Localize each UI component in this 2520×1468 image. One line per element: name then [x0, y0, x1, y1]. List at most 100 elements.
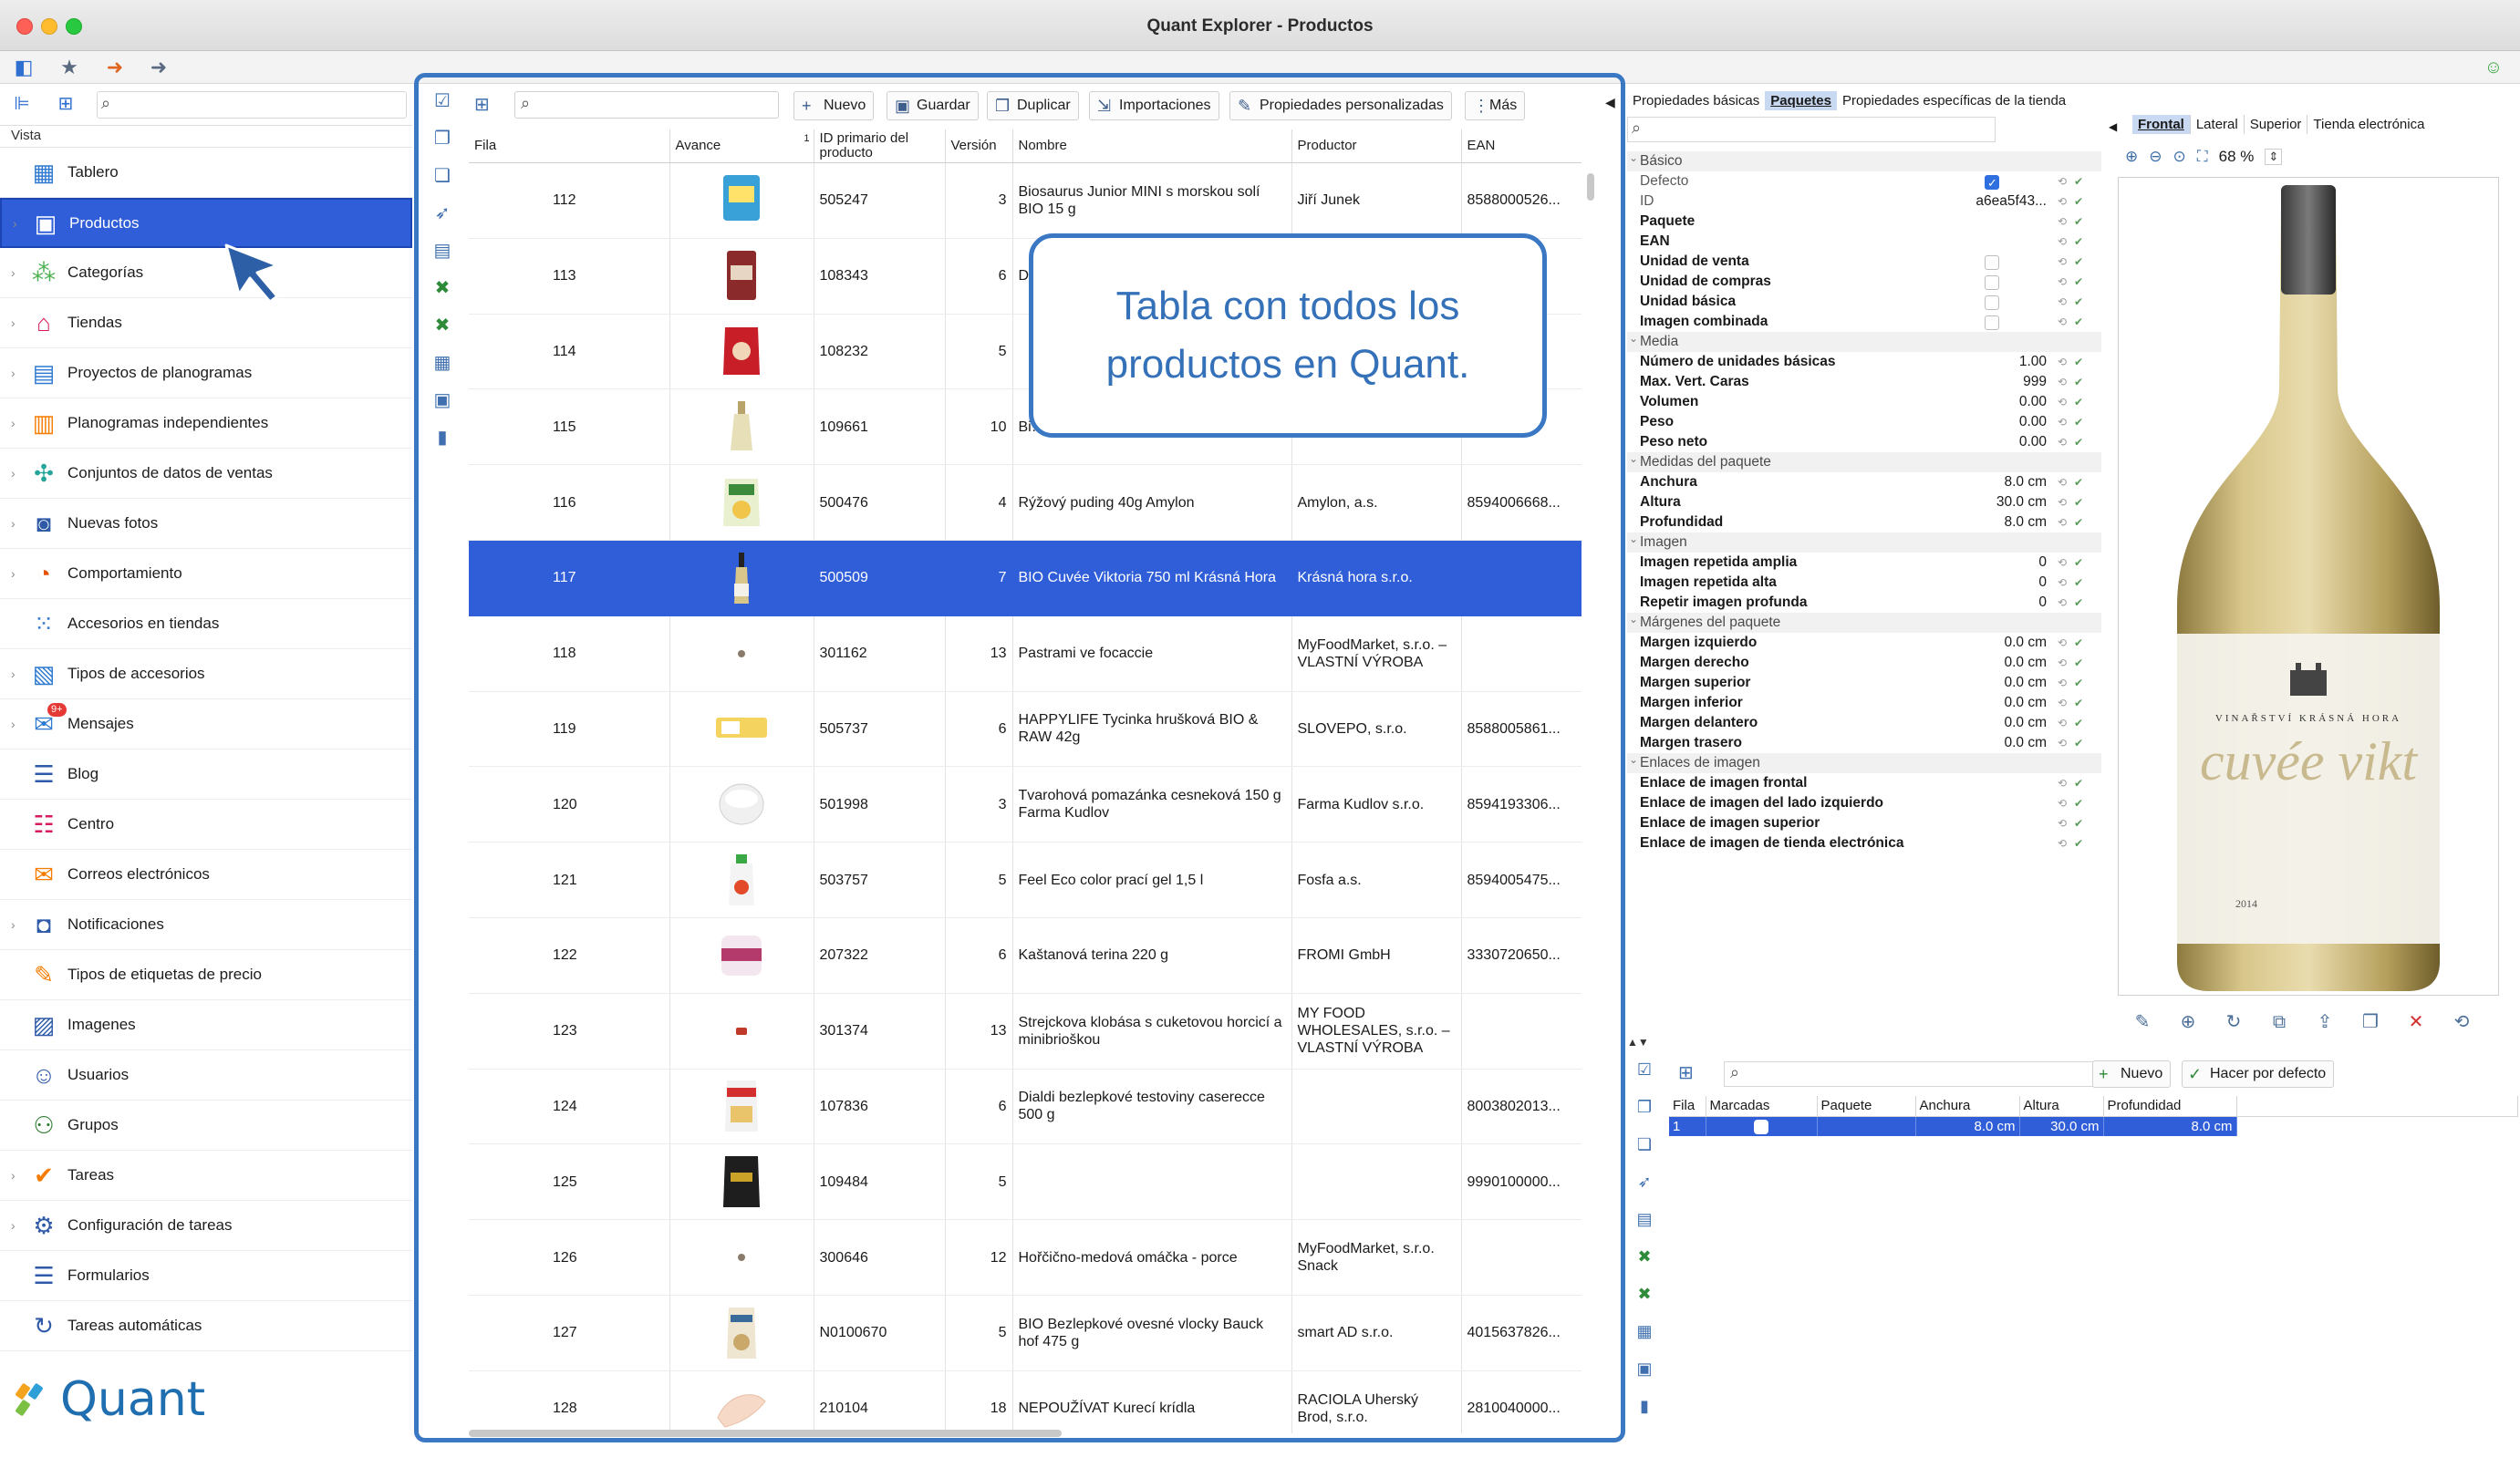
- nav-search-input[interactable]: ⌕: [97, 91, 407, 119]
- sidebar-item-planogram[interactable]: › ▥ Planogramas independientes: [0, 398, 412, 449]
- tab-top[interactable]: Superior: [2245, 115, 2308, 134]
- property-row[interactable]: Número de unidades básicas 1.00 ⟲ ✔: [1627, 352, 2101, 372]
- property-value[interactable]: 1.00: [2019, 352, 2047, 372]
- packages-search-input[interactable]: ⌕: [1724, 1061, 2116, 1087]
- property-row[interactable]: Paquete ⟲ ✔: [1627, 212, 2101, 232]
- new-package-button[interactable]: + Nuevo: [2092, 1060, 2172, 1088]
- zoom-in-icon[interactable]: ⊕: [2125, 148, 2138, 166]
- reset-value-icon[interactable]: ⟲: [2058, 392, 2067, 412]
- table-view-icon[interactable]: ⊞: [53, 91, 78, 117]
- table-row[interactable]: 119 505737 6 HAPPYLIFE Tycinka hrušková BIO…: [469, 691, 1581, 768]
- save-button[interactable]: ▣ Guardar: [887, 91, 979, 120]
- sidebar-item-product-box[interactable]: › ▣ Productos: [0, 198, 412, 248]
- inherit-value-icon[interactable]: ✔: [2074, 773, 2083, 793]
- pkg-marked-checkbox[interactable]: [1754, 1119, 1768, 1134]
- zoom-out-icon[interactable]: ⊖: [2149, 148, 2162, 166]
- reset-value-icon[interactable]: ⟲: [2058, 352, 2067, 372]
- property-checkbox[interactable]: [1985, 173, 1999, 193]
- property-row[interactable]: EAN ⟲ ✔: [1627, 232, 2101, 252]
- reset-value-icon[interactable]: ⟲: [2058, 573, 2067, 593]
- property-value[interactable]: 0.0 cm: [2004, 673, 2047, 693]
- reset-value-icon[interactable]: ⟲: [2058, 272, 2067, 292]
- chevron-right-icon[interactable]: ›: [11, 917, 16, 932]
- sidebar-item-planogram-project[interactable]: › ▤ Proyectos de planogramas: [0, 348, 412, 398]
- tab-eshop[interactable]: Tienda electrónica: [2307, 115, 2430, 134]
- upload-image-icon[interactable]: ⇪: [2311, 1008, 2339, 1036]
- table-row[interactable]: 1 8.0 cm 30.0 cm 8.0 cm: [1669, 1116, 2517, 1136]
- property-value[interactable]: 0.0 cm: [2004, 713, 2047, 733]
- property-section-header[interactable]: Media: [1627, 328, 2101, 352]
- property-section-header[interactable]: Márgenes del paquete: [1627, 609, 2101, 633]
- property-row[interactable]: Margen izquierdo 0.0 cm ⟲ ✔: [1627, 633, 2101, 653]
- column-header-row[interactable]: Fila: [469, 129, 670, 163]
- inherit-value-icon[interactable]: ✔: [2074, 352, 2083, 372]
- property-row[interactable]: Profundidad 8.0 cm ⟲ ✔: [1627, 512, 2101, 532]
- sidebar-item-groups[interactable]: ⚇ Grupos: [0, 1101, 412, 1151]
- table-row[interactable]: 128 210104 18 NEPOUŽÍVAT Kurecí krídla RACIO…: [469, 1370, 1581, 1433]
- property-row[interactable]: ID a6ea5f43... ⟲ ✔: [1627, 191, 2101, 212]
- tab-basic-properties[interactable]: Propiedades básicas: [1627, 91, 1765, 110]
- tab-front[interactable]: Frontal: [2132, 115, 2191, 134]
- chevron-right-icon[interactable]: ›: [11, 366, 16, 380]
- rotate-image-icon[interactable]: ↻: [2220, 1008, 2247, 1036]
- pkg-col-width[interactable]: Anchura: [1915, 1096, 2020, 1117]
- status-smiley-icon[interactable]: ☺: [2481, 55, 2506, 80]
- inherit-value-icon[interactable]: ✔: [2074, 492, 2083, 512]
- property-value[interactable]: 999: [2023, 372, 2047, 392]
- sidebar-toggle-icon[interactable]: ◧: [11, 55, 36, 80]
- property-checkbox[interactable]: [1985, 255, 1999, 270]
- history-image-icon[interactable]: ⟲: [2448, 1008, 2475, 1036]
- select-all-icon[interactable]: ☑: [429, 88, 456, 115]
- table-row[interactable]: 122 207322 6 Kaštanová terina 220 g FROMI Gm…: [469, 917, 1581, 994]
- set-default-button[interactable]: ✓ Hacer por defecto: [2182, 1060, 2335, 1088]
- pkg-col-package[interactable]: Paquete: [1817, 1096, 1916, 1117]
- inherit-value-icon[interactable]: ✔: [2074, 312, 2083, 332]
- back-arrow-icon[interactable]: ➜: [102, 55, 128, 80]
- inherit-value-icon[interactable]: ✔: [2074, 372, 2083, 392]
- property-row[interactable]: Altura 30.0 cm ⟲ ✔: [1627, 492, 2101, 512]
- duplicate-icon[interactable]: ❏: [1633, 1132, 1656, 1156]
- property-row[interactable]: Enlace de imagen del lado izquierdo ⟲ ✔: [1627, 793, 2101, 813]
- document-icon[interactable]: ▤: [429, 237, 456, 264]
- property-row[interactable]: Imagen repetida amplia 0 ⟲ ✔: [1627, 553, 2101, 573]
- property-value[interactable]: 0.00: [2019, 392, 2047, 412]
- inherit-value-icon[interactable]: ✔: [2074, 673, 2083, 693]
- reset-value-icon[interactable]: ⟲: [2058, 412, 2067, 432]
- property-row[interactable]: Margen derecho 0.0 cm ⟲ ✔: [1627, 653, 2101, 673]
- property-section-header[interactable]: Medidas del paquete: [1627, 449, 2101, 472]
- table-vertical-scrollbar[interactable]: [1587, 173, 1594, 201]
- property-value[interactable]: 0.00: [2019, 432, 2047, 452]
- reset-value-icon[interactable]: ⟲: [2058, 713, 2067, 733]
- reset-value-icon[interactable]: ⟲: [2058, 171, 2067, 191]
- property-row[interactable]: Max. Vert. Caras 999 ⟲ ✔: [1627, 372, 2101, 392]
- tab-store-specific-properties[interactable]: Propiedades específicas de la tienda: [1837, 91, 2071, 110]
- csv-icon[interactable]: ▦: [1633, 1319, 1656, 1343]
- chevron-right-icon[interactable]: ›: [13, 216, 17, 231]
- custom-properties-button[interactable]: ✎ Propiedades personalizadas: [1229, 91, 1452, 120]
- property-row[interactable]: Repetir imagen profunda 0 ⟲ ✔: [1627, 593, 2101, 613]
- crop-image-icon[interactable]: ⧉: [2266, 1008, 2293, 1036]
- chevron-right-icon[interactable]: ›: [11, 1168, 16, 1183]
- reset-value-icon[interactable]: ⟲: [2058, 212, 2067, 232]
- inherit-value-icon[interactable]: ✔: [2074, 733, 2083, 753]
- sidebar-item-store-accessories[interactable]: ⁙ Accesorios en tiendas: [0, 599, 412, 649]
- sidebar-item-store[interactable]: › ⌂ Tiendas: [0, 298, 412, 348]
- inherit-value-icon[interactable]: ✔: [2074, 292, 2083, 312]
- chevron-right-icon[interactable]: ›: [11, 717, 16, 731]
- sidebar-item-forms[interactable]: ☰ Formularios: [0, 1251, 412, 1301]
- reset-value-icon[interactable]: ⟲: [2058, 492, 2067, 512]
- pkg-col-depth[interactable]: Profundidad: [2103, 1096, 2237, 1117]
- inherit-value-icon[interactable]: ✔: [2074, 833, 2083, 853]
- column-header-version[interactable]: Versión: [945, 129, 1013, 163]
- chevron-right-icon[interactable]: ›: [11, 265, 16, 280]
- inherit-value-icon[interactable]: ✔: [2074, 653, 2083, 673]
- inherit-value-icon[interactable]: ✔: [2074, 813, 2083, 833]
- inherit-value-icon[interactable]: ✔: [2074, 412, 2083, 432]
- inherit-value-icon[interactable]: ✔: [2074, 232, 2083, 252]
- property-row[interactable]: Unidad básica ⟲ ✔: [1627, 292, 2101, 312]
- favorites-star-icon[interactable]: ★: [57, 55, 82, 80]
- reset-value-icon[interactable]: ⟲: [2058, 432, 2067, 452]
- inherit-value-icon[interactable]: ✔: [2074, 512, 2083, 532]
- column-header-preview[interactable]: Avance 1 ⌃: [669, 129, 814, 163]
- inherit-value-icon[interactable]: ✔: [2074, 252, 2083, 272]
